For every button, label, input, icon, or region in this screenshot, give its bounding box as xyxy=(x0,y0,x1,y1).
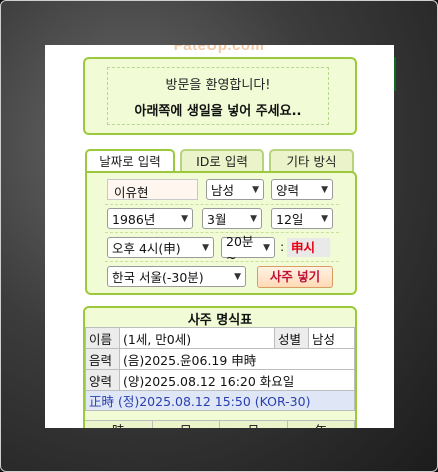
pillar-month-head: 月 xyxy=(220,421,288,428)
pillar-day-head: 日 xyxy=(153,421,220,428)
divider xyxy=(105,261,339,262)
minute-select[interactable]: 20분~ ▼ xyxy=(221,234,275,265)
name-input[interactable]: 이유현 xyxy=(107,179,198,200)
welcome-instruction: 아래쪽에 생일을 넣어 주세요.. xyxy=(134,104,302,119)
table-row: 正時 (정)2025.08.12 15:50 (KOR-30) xyxy=(85,390,355,411)
day-value: 12일 xyxy=(276,212,304,227)
tab-other-method[interactable]: 기타 방식 xyxy=(269,149,354,173)
table-row: 양력 (양)2025.08.12 16:20 화요일 xyxy=(85,369,355,391)
saju-chart-card: 사주 명식표 이름 (1세, 만0세) 성별 남성 음력 (음)2025.윤06… xyxy=(83,306,357,428)
solar-head: 양력 xyxy=(85,369,120,391)
lunar-head: 음력 xyxy=(85,348,120,370)
divider xyxy=(105,232,339,233)
table-row: 이름 (1세, 만0세) 성별 남성 xyxy=(85,327,355,349)
lunar-value: (음)2025.윤06.19 申時 xyxy=(119,348,355,370)
pillar-header-row: 時 日 月 年 xyxy=(85,420,355,428)
hour-select[interactable]: 오후 4시(申) ▼ xyxy=(107,237,214,258)
tab-id-input[interactable]: ID로 입력 xyxy=(180,149,264,173)
divider xyxy=(105,204,339,205)
gender-head: 성별 xyxy=(274,327,309,349)
solar-value: (양)2025.08.12 16:20 화요일 xyxy=(119,369,355,391)
welcome-inner: 방문을 환영합니다! 아래쪽에 생일을 넣어 주세요.. xyxy=(107,67,329,125)
year-value: 1986년 xyxy=(112,212,156,227)
month-select[interactable]: 3월 ▼ xyxy=(202,208,262,229)
gender-select-value: 남성 xyxy=(211,183,235,198)
webpage: FateUp.com 방문을 환영합니다! 아래쪽에 생일을 넣어 주세요.. … xyxy=(45,45,394,428)
day-select[interactable]: 12일 ▼ xyxy=(271,208,333,229)
jeongsi-row: 正時 (정)2025.08.12 15:50 (KOR-30) xyxy=(85,390,355,411)
tab-date-input[interactable]: 날짜로 입력 xyxy=(85,149,175,173)
chevron-down-icon: ▼ xyxy=(181,213,188,224)
region-select[interactable]: 한국 서울(-30분) ▼ xyxy=(107,266,246,287)
year-select[interactable]: 1986년 ▼ xyxy=(107,208,193,229)
site-logo: FateUp.com xyxy=(173,45,265,54)
name-head: 이름 xyxy=(85,327,120,349)
gender-select[interactable]: 남성 ▼ xyxy=(206,179,264,200)
earthly-hour-label: 申시 xyxy=(287,238,330,257)
gender-value: 남성 xyxy=(308,327,355,349)
birth-input-form: 이유현 남성 ▼ 양력 ▼ 1986년 ▼ 3월 ▼ 12일 ▼ 오후 4시(申… xyxy=(85,171,357,295)
chevron-down-icon: ▼ xyxy=(321,184,328,195)
chevron-down-icon: ▼ xyxy=(250,213,257,224)
hour-value: 오후 4시(申) xyxy=(112,241,181,256)
month-value: 3월 xyxy=(207,212,227,227)
calendar-type-value: 양력 xyxy=(276,183,300,198)
screenshot-frame: FateUp.com 방문을 환영합니다! 아래쪽에 생일을 넣어 주세요.. … xyxy=(0,0,438,472)
time-separator: : xyxy=(280,239,285,254)
minute-value: 20분~ xyxy=(226,233,254,265)
calendar-type-select[interactable]: 양력 ▼ xyxy=(271,179,333,200)
pillar-hour-head: 時 xyxy=(85,421,153,428)
welcome-box: 방문을 환영합니다! 아래쪽에 생일을 넣어 주세요.. xyxy=(83,57,357,135)
card-title: 사주 명식표 xyxy=(187,313,253,328)
table-row: 음력 (음)2025.윤06.19 申時 xyxy=(85,348,355,370)
submit-saju-button[interactable]: 사주 넣기 xyxy=(257,266,333,288)
name-value: (1세, 만0세) xyxy=(119,327,275,349)
chevron-down-icon: ▼ xyxy=(263,242,270,253)
pillar-year-head: 年 xyxy=(288,421,355,428)
chevron-down-icon: ▼ xyxy=(202,242,209,253)
chevron-down-icon: ▼ xyxy=(234,271,241,282)
chevron-down-icon: ▼ xyxy=(252,184,259,195)
chevron-down-icon: ▼ xyxy=(321,213,328,224)
saju-info-table: 이름 (1세, 만0세) 성별 남성 음력 (음)2025.윤06.19 申時 … xyxy=(85,327,355,411)
welcome-message: 방문을 환영합니다! xyxy=(165,78,271,93)
region-value: 한국 서울(-30분) xyxy=(112,270,204,285)
